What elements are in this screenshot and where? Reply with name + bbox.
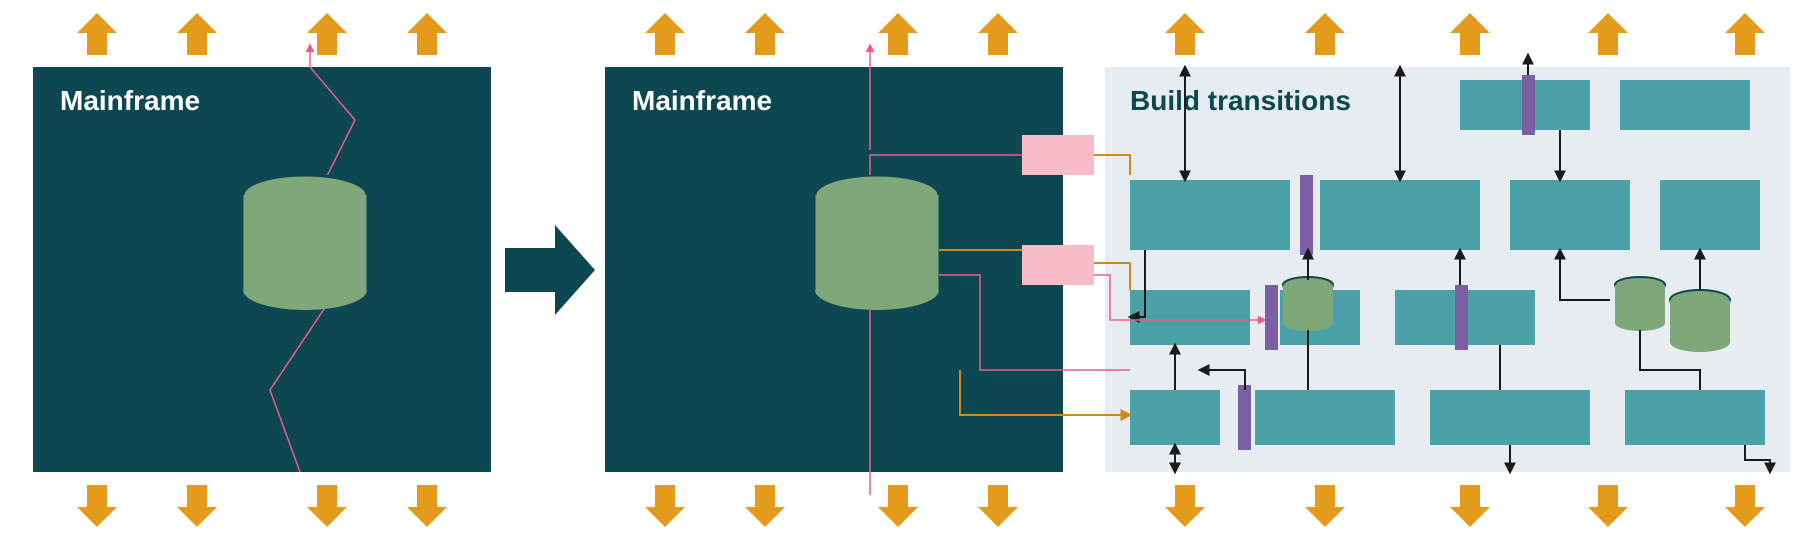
service-tile [1660, 180, 1760, 250]
mainframe-label-left: Mainframe [60, 85, 200, 116]
arrow-up-icon [307, 13, 347, 55]
sidecar-bar [1522, 75, 1535, 135]
arrow-down-icon [177, 485, 217, 527]
arrow-up-icon [645, 13, 685, 55]
service-tile [1510, 180, 1630, 250]
mainframe-label-right: Mainframe [632, 85, 772, 116]
arrow-up-icon [1725, 13, 1765, 55]
arrow-up-icon [978, 13, 1018, 55]
sidecar-bar [1265, 285, 1278, 350]
arrow-up-icon [1588, 13, 1628, 55]
arrow-up-icon [1305, 13, 1345, 55]
service-tile [1130, 290, 1250, 345]
arrow-down-icon [1725, 485, 1765, 527]
sidecar-bar [1238, 385, 1251, 450]
arrows-top-left [77, 13, 447, 55]
arrows-top-right [1165, 13, 1765, 55]
arrow-up-icon [1165, 13, 1205, 55]
arrow-down-icon [1450, 485, 1490, 527]
arrows-bottom-right [1165, 485, 1765, 527]
adapter-box [1022, 245, 1094, 285]
arrows-bottom-left [77, 485, 447, 527]
adapter-box [1022, 135, 1094, 175]
arrow-down-icon [307, 485, 347, 527]
database-icon [815, 175, 939, 310]
panel-transitions: Build transitions [1105, 13, 1790, 527]
arrow-down-icon [1165, 485, 1205, 527]
arrow-up-icon [878, 13, 918, 55]
panel-mainframe-right: Mainframe [605, 13, 1063, 527]
database-icon [1283, 277, 1333, 331]
service-tile [1430, 390, 1590, 445]
database-icon [1670, 290, 1730, 352]
service-tile [1625, 390, 1765, 445]
panel-left: Mainframe [33, 13, 491, 527]
arrow-up-icon [1450, 13, 1490, 55]
service-tile [1620, 80, 1750, 130]
database-icon [1615, 277, 1665, 331]
diagram-root: Mainframe Mainframe [0, 0, 1800, 541]
arrows-bottom-mid [645, 485, 1018, 527]
arrow-up-icon [77, 13, 117, 55]
arrow-down-icon [645, 485, 685, 527]
service-tile [1130, 180, 1290, 250]
tile-row-2 [1130, 175, 1760, 255]
transitions-label: Build transitions [1130, 85, 1351, 116]
arrow-up-icon [745, 13, 785, 55]
arrow-up-icon [177, 13, 217, 55]
arrows-top-mid [645, 13, 1018, 55]
transition-arrow-icon [505, 225, 595, 315]
arrow-down-icon [978, 485, 1018, 527]
database-icon [243, 175, 367, 310]
arrow-down-icon [407, 485, 447, 527]
arrow-down-icon [77, 485, 117, 527]
arrow-up-icon [407, 13, 447, 55]
arrow-down-icon [745, 485, 785, 527]
arrow-down-icon [1305, 485, 1345, 527]
service-tile [1320, 180, 1480, 250]
sidecar-bar [1455, 285, 1468, 350]
service-tile [1130, 390, 1220, 445]
sidecar-bar [1300, 175, 1313, 255]
arrow-down-icon [1588, 485, 1628, 527]
arrow-down-icon [878, 485, 918, 527]
service-tile [1255, 390, 1395, 445]
